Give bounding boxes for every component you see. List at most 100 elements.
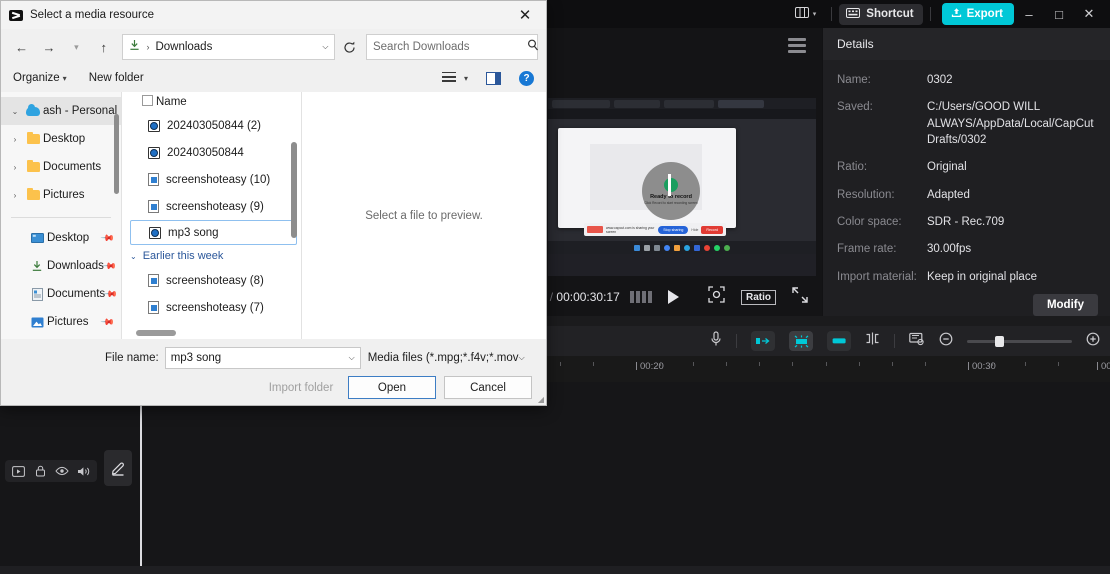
search-box[interactable]: [365, 34, 539, 60]
eye-icon[interactable]: [53, 463, 71, 479]
filename-input[interactable]: [170, 352, 349, 364]
sidebar-item-documents[interactable]: Documents 📌: [1, 280, 121, 308]
snapshot-icon[interactable]: [708, 286, 725, 308]
sidebar-item-desktop[interactable]: Desktop 📌: [1, 224, 121, 252]
list-item[interactable]: screenshoteasy (8): [122, 267, 301, 294]
folder-icon: [23, 159, 43, 172]
select-all-checkbox[interactable]: [142, 95, 153, 106]
zoom-out-icon[interactable]: [939, 332, 953, 351]
chevron-down-icon: ▾: [812, 11, 817, 18]
list-item[interactable]: 202403050844 (2): [122, 112, 301, 139]
volume-icon[interactable]: [75, 463, 93, 479]
fullscreen-icon[interactable]: [792, 286, 808, 308]
sidebar-item-onedrive[interactable]: ⌄ ash - Personal: [1, 97, 121, 125]
list-item[interactable]: screenshoteasy (9): [122, 193, 301, 220]
details-label: Import material:: [837, 270, 917, 283]
chevron-down-icon[interactable]: ⌵: [349, 353, 355, 363]
chevron-down-icon[interactable]: ⌵: [322, 42, 328, 52]
app-close-button[interactable]: ✕: [1074, 0, 1104, 28]
file-list-scrollbar[interactable]: [291, 142, 297, 238]
close-icon[interactable]: ✕: [504, 1, 546, 29]
split-center-icon[interactable]: [789, 331, 813, 351]
chevron-down-icon[interactable]: ⌄: [130, 252, 137, 261]
organize-button[interactable]: Organize ▾: [13, 72, 67, 84]
shortcut-button[interactable]: Shortcut: [839, 3, 923, 25]
export-button[interactable]: Export: [941, 3, 1014, 25]
zoom-slider[interactable]: [967, 335, 1072, 347]
minimize-button[interactable]: –: [1014, 0, 1044, 28]
column-header-label: Name: [156, 96, 187, 108]
list-item-label: 202403050844 (2): [167, 119, 261, 132]
pin-icon[interactable]: 📌: [100, 314, 115, 330]
recent-locations-button[interactable]: ▾: [64, 34, 89, 60]
play-icon[interactable]: [667, 290, 679, 304]
layout-button[interactable]: ▾: [787, 5, 825, 23]
column-header-name[interactable]: Name: [122, 92, 301, 112]
sidebar-item-pictures[interactable]: Pictures 📌: [1, 308, 121, 336]
filename-field[interactable]: ⌵: [164, 347, 361, 369]
cancel-button[interactable]: Cancel: [444, 376, 532, 399]
split-left-icon[interactable]: [751, 331, 775, 351]
details-value: 0302: [927, 74, 953, 86]
chevron-down-icon[interactable]: ⌵: [519, 353, 525, 363]
split-right-icon[interactable]: [827, 331, 851, 351]
address-bar[interactable]: › Downloads ⌵: [122, 34, 336, 60]
sidebar-item-documents-tree[interactable]: › Documents: [1, 153, 121, 181]
list-item-selected[interactable]: mp3 song: [130, 220, 297, 245]
list-item[interactable]: 202403050844: [122, 139, 301, 166]
list-item-label: screenshoteasy (10): [166, 173, 271, 186]
video-track-icon[interactable]: [9, 463, 27, 479]
lock-icon[interactable]: [31, 463, 49, 479]
pin-icon[interactable]: 📌: [103, 286, 119, 302]
sidebar-item-label: Pictures: [43, 189, 85, 201]
file-list-horizontal-scrollbar[interactable]: [136, 330, 176, 336]
sidebar-item-desktop-tree[interactable]: › Desktop: [1, 125, 121, 153]
chevron-right-icon[interactable]: ›: [7, 135, 23, 144]
view-options-button[interactable]: ▾: [441, 71, 468, 85]
ruler-tick: [759, 362, 760, 366]
file-group-header[interactable]: ⌄ Earlier this week: [122, 245, 301, 267]
microphone-icon[interactable]: [710, 330, 722, 352]
navigation-scrollbar[interactable]: [114, 114, 119, 194]
preview-pane-icon[interactable]: [486, 71, 501, 85]
details-value: C:/Users/GOOD WILL ALWAYS/AppData/Local/…: [927, 101, 1094, 146]
zoom-in-icon[interactable]: [1086, 332, 1100, 351]
help-icon[interactable]: ?: [519, 70, 534, 86]
open-button[interactable]: Open: [348, 376, 436, 399]
forward-button[interactable]: →: [36, 34, 61, 60]
chevron-right-icon[interactable]: ›: [7, 163, 23, 172]
details-label: Name:: [837, 74, 871, 86]
list-item[interactable]: screenshoteasy (7): [122, 294, 301, 321]
back-button[interactable]: ←: [9, 34, 34, 60]
ruler-tick: [826, 362, 827, 366]
maximize-button[interactable]: □: [1044, 0, 1074, 28]
up-button[interactable]: ↑: [91, 34, 116, 60]
list-view-icon: [441, 71, 456, 85]
hamburger-menu-icon[interactable]: [788, 38, 806, 56]
pin-icon[interactable]: 📌: [102, 258, 117, 274]
chevron-down-icon[interactable]: ⌄: [7, 107, 23, 116]
breadcrumb[interactable]: Downloads: [155, 41, 212, 53]
pin-icon[interactable]: 📌: [100, 230, 115, 246]
crop-icon[interactable]: [909, 332, 925, 351]
ruler-tick: [925, 362, 926, 366]
sidebar-item-downloads[interactable]: Downloads 📌: [1, 252, 121, 280]
search-icon[interactable]: [527, 38, 539, 56]
image-file-icon: [148, 301, 159, 314]
ratio-button[interactable]: Ratio: [741, 289, 776, 305]
modify-button[interactable]: Modify: [1032, 294, 1098, 316]
filetype-dropdown[interactable]: Media files (*.mpg;*.f4v;*.mov;* ⌵: [368, 347, 525, 369]
sidebar-item-label: Desktop: [47, 232, 90, 244]
refresh-icon[interactable]: [337, 34, 361, 60]
list-item[interactable]: screenshoteasy (10): [122, 166, 301, 193]
frames-icon[interactable]: [629, 291, 652, 303]
cut-icon[interactable]: [865, 332, 880, 350]
resize-grip[interactable]: ◢: [538, 395, 544, 404]
zoom-slider-handle[interactable]: [995, 335, 1004, 347]
sidebar-item-pictures-tree[interactable]: › Pictures: [1, 181, 121, 209]
new-folder-button[interactable]: New folder: [89, 72, 144, 84]
pen-edit-icon[interactable]: [104, 450, 132, 486]
search-input[interactable]: [372, 41, 527, 53]
documents-icon: [27, 287, 47, 301]
chevron-right-icon[interactable]: ›: [7, 191, 23, 200]
